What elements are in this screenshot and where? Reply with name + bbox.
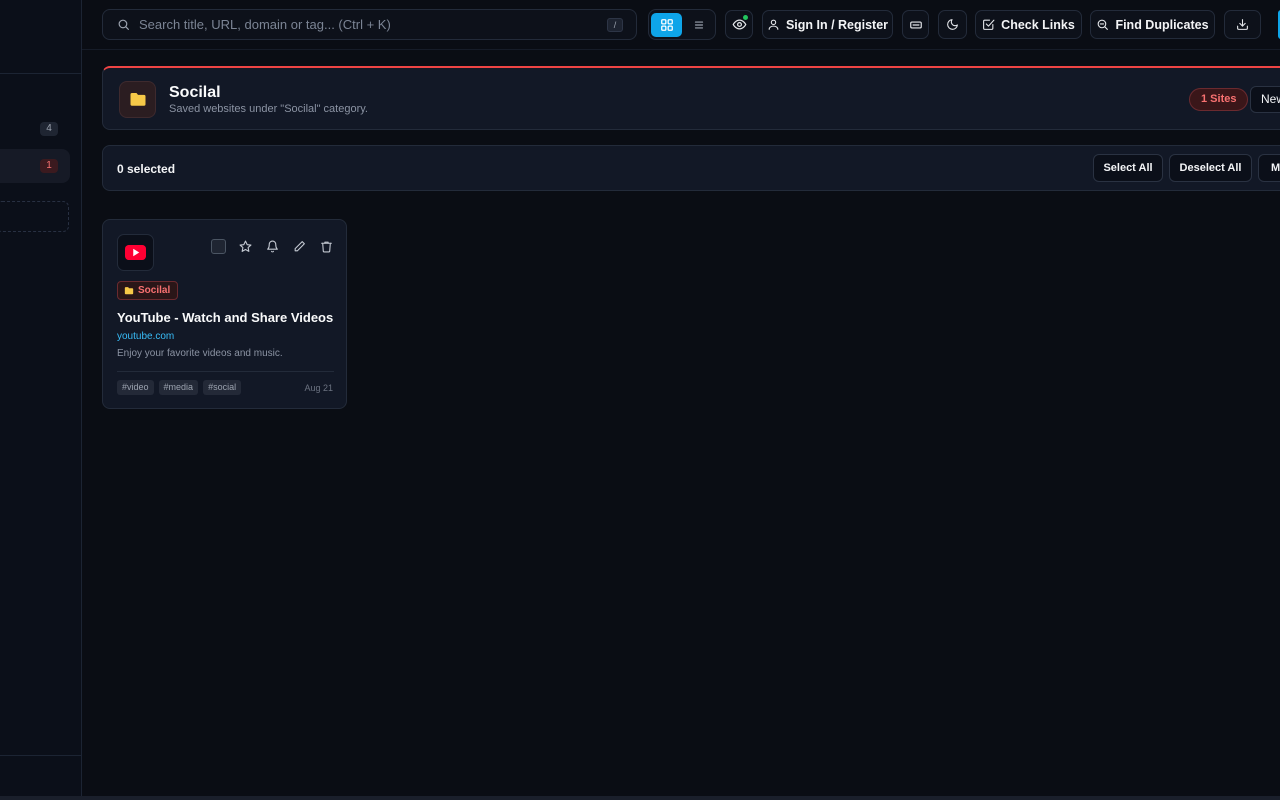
keyboard-shortcuts-button[interactable]	[902, 10, 929, 39]
trash-icon[interactable]	[318, 238, 334, 254]
selected-count: 0 selected	[117, 162, 176, 176]
sidebar-item-socilal[interactable]: 1	[0, 149, 70, 183]
grid-icon	[651, 18, 682, 32]
search-icon	[117, 18, 130, 31]
check-links-label: Check Links	[1001, 17, 1075, 32]
tag-list: #video #media #social	[117, 380, 242, 395]
bookmark-date: Aug 21	[304, 383, 333, 393]
top-bar: / Sign In / Register	[82, 0, 1280, 50]
horizontal-scrollbar[interactable]	[0, 796, 1280, 800]
tag[interactable]: #social	[203, 380, 242, 395]
card-divider	[117, 371, 334, 372]
sign-in-label: Sign In / Register	[785, 17, 889, 32]
sidebar-item-count: 1	[40, 159, 58, 173]
sidebar-add-category-slot[interactable]	[0, 201, 69, 232]
search-box[interactable]: /	[102, 9, 637, 40]
sites-count-badge: 1 Sites	[1189, 88, 1249, 111]
edit-icon[interactable]	[291, 238, 307, 254]
category-icon-box	[119, 81, 156, 118]
moon-icon	[946, 18, 959, 31]
folder-icon	[120, 91, 155, 107]
tag[interactable]: #media	[158, 380, 199, 395]
user-icon	[767, 18, 780, 31]
grid-view-button[interactable]	[651, 13, 682, 37]
list-view-button[interactable]	[683, 13, 714, 37]
find-duplicates-label: Find Duplicates	[1115, 17, 1209, 32]
sidebar-item-count: 4	[40, 122, 58, 136]
shortcut-hint: /	[607, 18, 623, 32]
category-subtitle: Saved websites under "Socilal" category.	[169, 103, 368, 115]
export-button[interactable]	[1224, 10, 1261, 39]
check-links-button[interactable]: Check Links	[975, 10, 1082, 39]
select-checkbox[interactable]	[211, 238, 226, 254]
search-input[interactable]	[139, 10, 599, 39]
sign-in-button[interactable]: Sign In / Register	[762, 10, 893, 39]
sidebar-divider	[0, 73, 82, 74]
bookmark-title[interactable]: YouTube - Watch and Share Videos	[117, 310, 333, 325]
category-title: Socilal	[169, 84, 221, 101]
selection-bar: 0 selected Select All Deselect All M	[102, 145, 1280, 191]
tag[interactable]: #video	[117, 380, 154, 395]
select-all-button[interactable]: Select All	[1093, 154, 1163, 182]
keyboard-icon	[909, 18, 923, 32]
view-toggle	[648, 9, 716, 40]
bookmark-domain[interactable]: youtube.com	[117, 331, 174, 342]
bell-icon[interactable]	[264, 238, 280, 254]
list-icon	[683, 18, 714, 32]
card-actions	[211, 238, 334, 254]
download-icon	[1236, 18, 1249, 31]
folder-icon	[124, 286, 134, 295]
bookmark-card[interactable]: Socilal YouTube - Watch and Share Videos…	[102, 219, 347, 409]
search-duplicate-icon	[1096, 18, 1109, 31]
preview-toggle-button[interactable]	[725, 10, 753, 39]
category-chip-label: Socilal	[138, 285, 171, 296]
star-icon[interactable]	[237, 238, 253, 254]
site-favicon	[117, 234, 154, 271]
sidebar-divider	[0, 755, 82, 756]
new-button[interactable]: New	[1250, 86, 1280, 113]
find-duplicates-button[interactable]: Find Duplicates	[1090, 10, 1215, 39]
sidebar-item-all[interactable]: 4	[0, 112, 70, 146]
more-actions-button[interactable]: M	[1258, 154, 1280, 182]
check-square-icon	[982, 18, 995, 31]
bookmark-description: Enjoy your favorite videos and music.	[117, 348, 283, 359]
deselect-all-button[interactable]: Deselect All	[1169, 154, 1252, 182]
category-header: Socilal Saved websites under "Socilal" c…	[102, 66, 1280, 130]
category-chip[interactable]: Socilal	[117, 281, 179, 300]
theme-toggle-button[interactable]	[938, 10, 967, 39]
youtube-icon	[118, 245, 153, 260]
sidebar: 4 1	[0, 0, 82, 796]
status-dot	[743, 15, 748, 20]
